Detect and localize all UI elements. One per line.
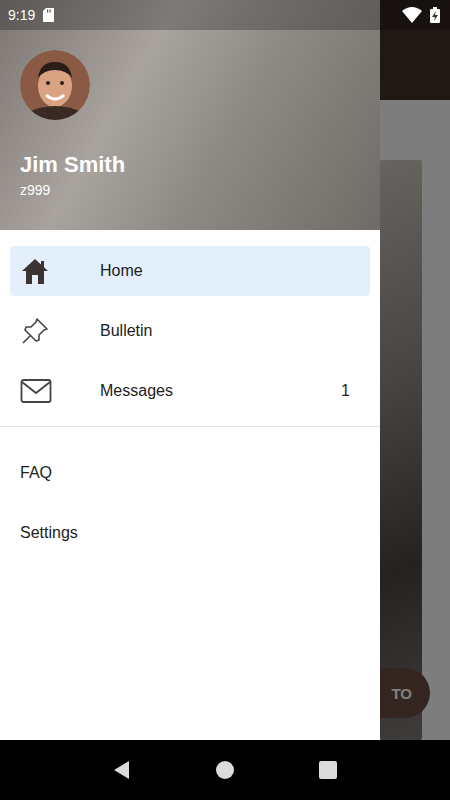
- secondary-menu-item[interactable]: FAQ: [0, 443, 380, 503]
- wifi-icon: [402, 7, 422, 23]
- menu-label: Bulletin: [100, 322, 350, 340]
- avatar[interactable]: [20, 50, 90, 120]
- home-icon: [20, 256, 50, 286]
- envelope-icon: [20, 378, 52, 404]
- home-circle-icon[interactable]: [215, 760, 235, 780]
- main-area: TOJim Smithz999HomeBulletinMessages1FAQS…: [0, 0, 450, 740]
- menu-item[interactable]: Bulletin: [10, 306, 370, 356]
- user-name: Jim Smith: [20, 151, 360, 179]
- status-time: 9:19: [8, 7, 35, 23]
- menu-icon-slot: [20, 374, 54, 408]
- battery-icon: [430, 7, 440, 23]
- user-id: z999: [20, 181, 360, 199]
- screen: TOJim Smithz999HomeBulletinMessages1FAQS…: [0, 0, 450, 800]
- drawer-menu: Home Bulletin Messages1: [0, 230, 380, 426]
- divider: [0, 426, 380, 427]
- system-nav-bar: [0, 740, 450, 800]
- count-badge: 1: [341, 382, 350, 400]
- menu-item[interactable]: Home: [10, 246, 370, 296]
- back-icon[interactable]: [112, 760, 132, 780]
- menu-item[interactable]: Messages1: [10, 366, 370, 416]
- menu-label: Messages: [100, 382, 341, 400]
- menu-icon-slot: [20, 254, 54, 288]
- sd-card-icon: [43, 8, 54, 22]
- status-bar: 9:19: [0, 0, 450, 30]
- secondary-menu: FAQSettings: [0, 427, 380, 563]
- secondary-menu-item[interactable]: Settings: [0, 503, 380, 563]
- navigation-drawer: Jim Smith z999 Home Bulletin Messages1 FAQSet…: [0, 0, 380, 740]
- menu-label: Home: [100, 262, 350, 280]
- user-photo-icon: [20, 50, 90, 120]
- pushpin-icon: [20, 316, 50, 346]
- menu-icon-slot: [20, 314, 54, 348]
- recents-icon[interactable]: [318, 760, 338, 780]
- drawer-header: Jim Smith z999: [0, 0, 380, 230]
